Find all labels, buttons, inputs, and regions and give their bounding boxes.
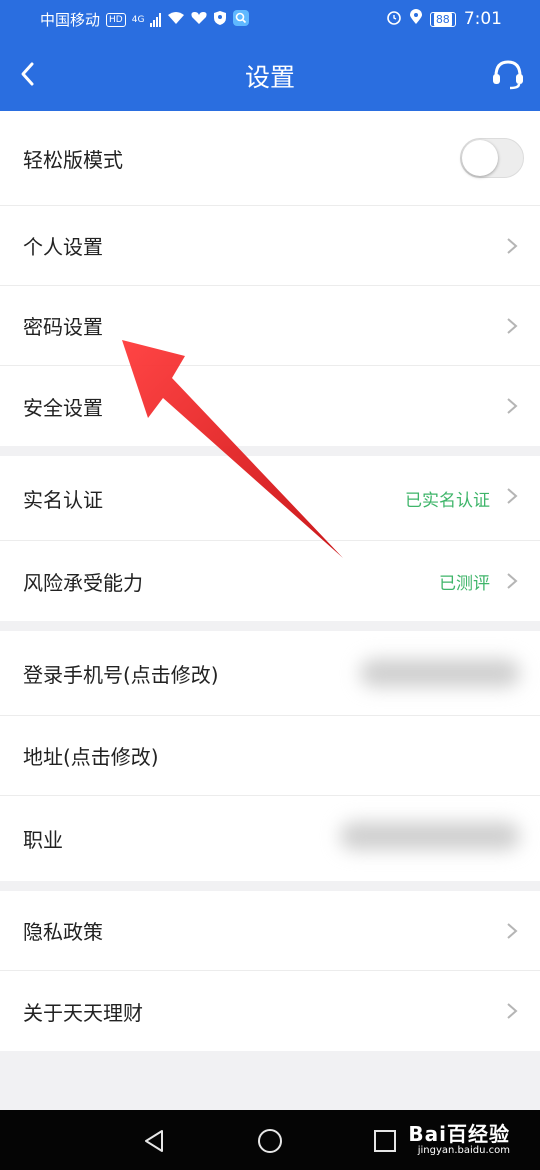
nav-recents-icon[interactable] bbox=[370, 1126, 400, 1156]
clock: 7:01 bbox=[463, 9, 502, 29]
location-icon bbox=[409, 9, 422, 29]
settings-group: 登录手机号(点击修改) 地址(点击修改) 职业 bbox=[0, 631, 540, 881]
row-label: 登录手机号(点击修改) bbox=[23, 662, 219, 687]
row-label: 职业 bbox=[23, 828, 63, 852]
real-name-status: 已实名认证 bbox=[405, 490, 490, 511]
row-label: 关于天天理财 bbox=[23, 1000, 143, 1025]
battery-icon: 88 bbox=[429, 11, 456, 27]
carrier-label: 中国移动 bbox=[40, 11, 101, 29]
group-divider bbox=[0, 621, 540, 631]
headset-icon bbox=[493, 60, 523, 90]
occupation-row[interactable]: 职业 bbox=[0, 796, 540, 881]
toggle-knob bbox=[462, 140, 498, 176]
address-row[interactable]: 地址(点击修改) bbox=[0, 716, 540, 796]
shield-icon bbox=[213, 10, 227, 30]
nav-home-icon[interactable] bbox=[255, 1126, 285, 1156]
row-label: 实名认证 bbox=[23, 487, 103, 512]
chevron-right-icon bbox=[507, 488, 518, 504]
row-label: 安全设置 bbox=[23, 395, 103, 420]
search-app-icon bbox=[233, 9, 250, 30]
heart-icon bbox=[191, 11, 207, 29]
easy-mode-row: 轻松版模式 bbox=[0, 111, 540, 206]
group-divider bbox=[0, 446, 540, 456]
signal-icon bbox=[150, 12, 162, 27]
row-label: 密码设置 bbox=[23, 315, 103, 339]
alarm-icon bbox=[386, 9, 402, 29]
battery-level: 88 bbox=[433, 12, 452, 26]
customer-service-button[interactable] bbox=[488, 54, 528, 94]
real-name-row[interactable]: 实名认证 已实名认证 bbox=[0, 456, 540, 541]
settings-group: 隐私政策 关于天天理财 bbox=[0, 891, 540, 1051]
watermark: Bai百经验 jingyan.baidu.com bbox=[408, 1118, 510, 1156]
chevron-right-icon bbox=[507, 573, 518, 589]
nav-back-icon[interactable] bbox=[140, 1126, 170, 1156]
page-title: 设置 bbox=[244, 63, 295, 92]
privacy-policy-row[interactable]: 隐私政策 bbox=[0, 891, 540, 971]
wifi-icon bbox=[167, 11, 185, 29]
watermark-main: Bai百经验 bbox=[408, 1122, 510, 1146]
settings-group: 实名认证 已实名认证 风险承受能力 已测评 bbox=[0, 456, 540, 621]
about-row[interactable]: 关于天天理财 bbox=[0, 971, 540, 1051]
title-bar: 设置 bbox=[0, 38, 540, 111]
risk-tolerance-status: 已测评 bbox=[439, 573, 490, 594]
network-label: 4G bbox=[131, 14, 145, 25]
personal-settings-row[interactable]: 个人设置 bbox=[0, 206, 540, 286]
status-bar: 中国移动 HD 4G 88 7:01 bbox=[0, 0, 540, 38]
row-label: 风险承受能力 bbox=[23, 570, 143, 595]
hd-badge: HD bbox=[106, 12, 126, 27]
easy-mode-toggle[interactable] bbox=[460, 138, 524, 178]
chevron-right-icon bbox=[507, 398, 518, 414]
settings-list: 轻松版模式 个人设置 密码设置 安全设置 实名认证 已实名认证 风险承受能力 已… bbox=[0, 111, 540, 1051]
row-label: 轻松版模式 bbox=[23, 147, 123, 172]
group-divider bbox=[0, 881, 540, 891]
watermark-sub: jingyan.baidu.com bbox=[417, 1145, 510, 1156]
risk-tolerance-row[interactable]: 风险承受能力 已测评 bbox=[0, 541, 540, 621]
password-settings-row[interactable]: 密码设置 bbox=[0, 286, 540, 366]
chevron-right-icon bbox=[507, 318, 518, 334]
row-label: 个人设置 bbox=[23, 235, 103, 259]
chevron-right-icon bbox=[507, 1003, 518, 1019]
row-label: 隐私政策 bbox=[23, 920, 103, 944]
login-phone-row[interactable]: 登录手机号(点击修改) bbox=[0, 631, 540, 716]
chevron-right-icon bbox=[507, 238, 518, 254]
settings-group: 轻松版模式 个人设置 密码设置 安全设置 bbox=[0, 111, 540, 446]
row-label: 地址(点击修改) bbox=[23, 745, 159, 769]
chevron-right-icon bbox=[507, 923, 518, 939]
security-settings-row[interactable]: 安全设置 bbox=[0, 366, 540, 446]
blurred-value bbox=[360, 659, 520, 687]
blurred-value bbox=[340, 822, 520, 850]
